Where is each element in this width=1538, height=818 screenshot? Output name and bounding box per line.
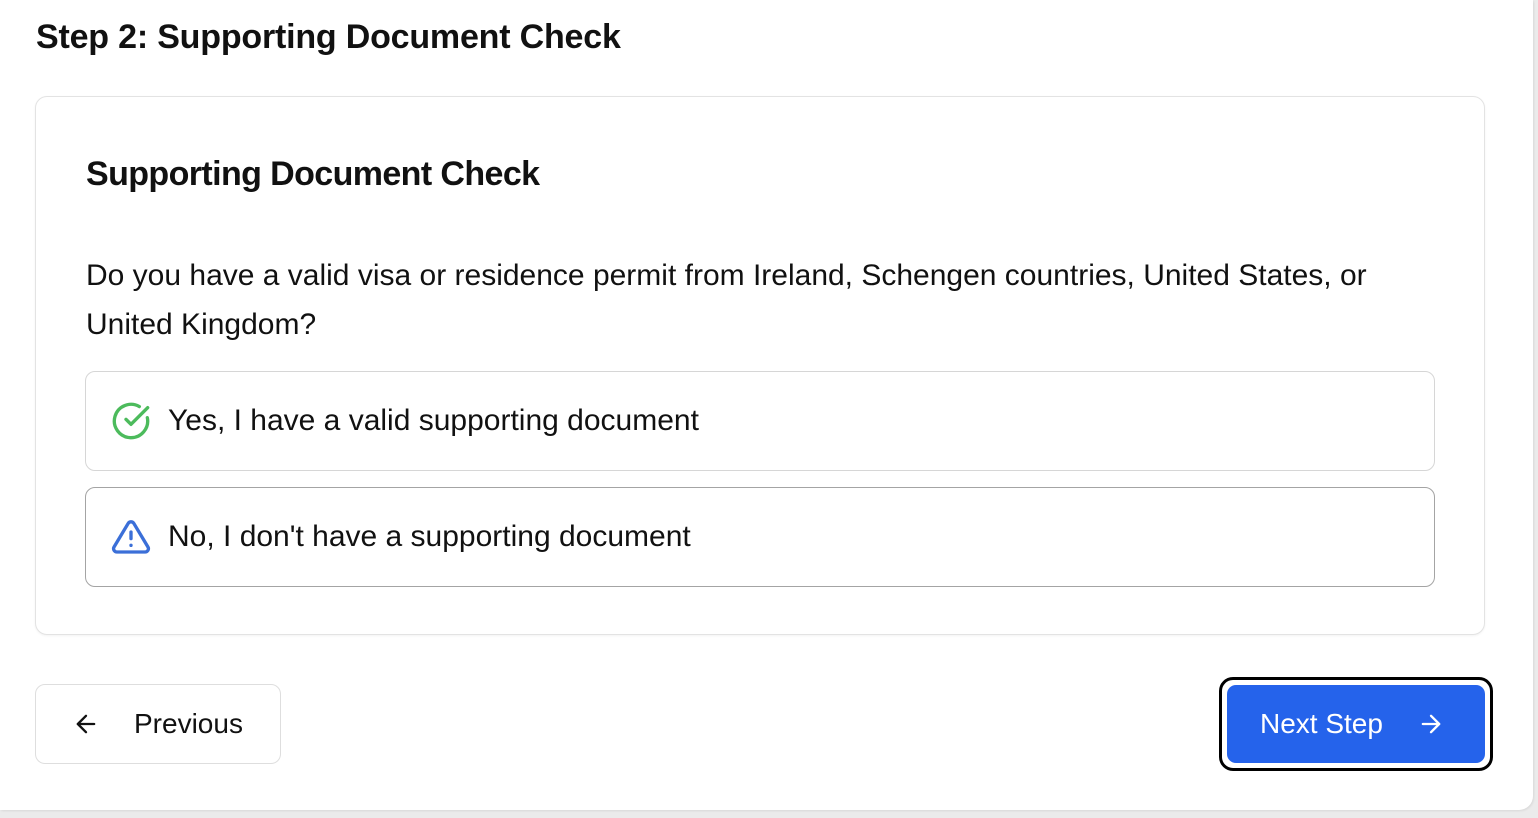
page: Step 2: Supporting Document Check Suppor… xyxy=(0,0,1533,810)
question-text: Do you have a valid visa or residence pe… xyxy=(86,259,1367,341)
option-yes-label: Yes, I have a valid supporting document xyxy=(168,404,699,437)
arrow-left-icon xyxy=(72,710,100,738)
previous-button[interactable]: Previous xyxy=(35,684,281,764)
option-no-button[interactable]: No, I don't have a supporting document xyxy=(85,487,1435,587)
option-no-label: No, I don't have a supporting document xyxy=(168,520,691,553)
option-yes-button[interactable]: Yes, I have a valid supporting document xyxy=(85,371,1435,471)
document-check-card: Supporting Document Check Do you have a … xyxy=(35,96,1485,635)
warning-triangle-icon xyxy=(111,517,151,557)
page-title: Step 2: Supporting Document Check xyxy=(36,18,621,56)
arrow-right-icon xyxy=(1417,710,1445,738)
next-step-button[interactable]: Next Step xyxy=(1227,685,1485,763)
previous-label: Previous xyxy=(134,708,243,739)
check-circle-icon xyxy=(111,401,151,441)
next-step-label: Next Step xyxy=(1260,708,1383,739)
card-title: Supporting Document Check xyxy=(86,155,540,193)
